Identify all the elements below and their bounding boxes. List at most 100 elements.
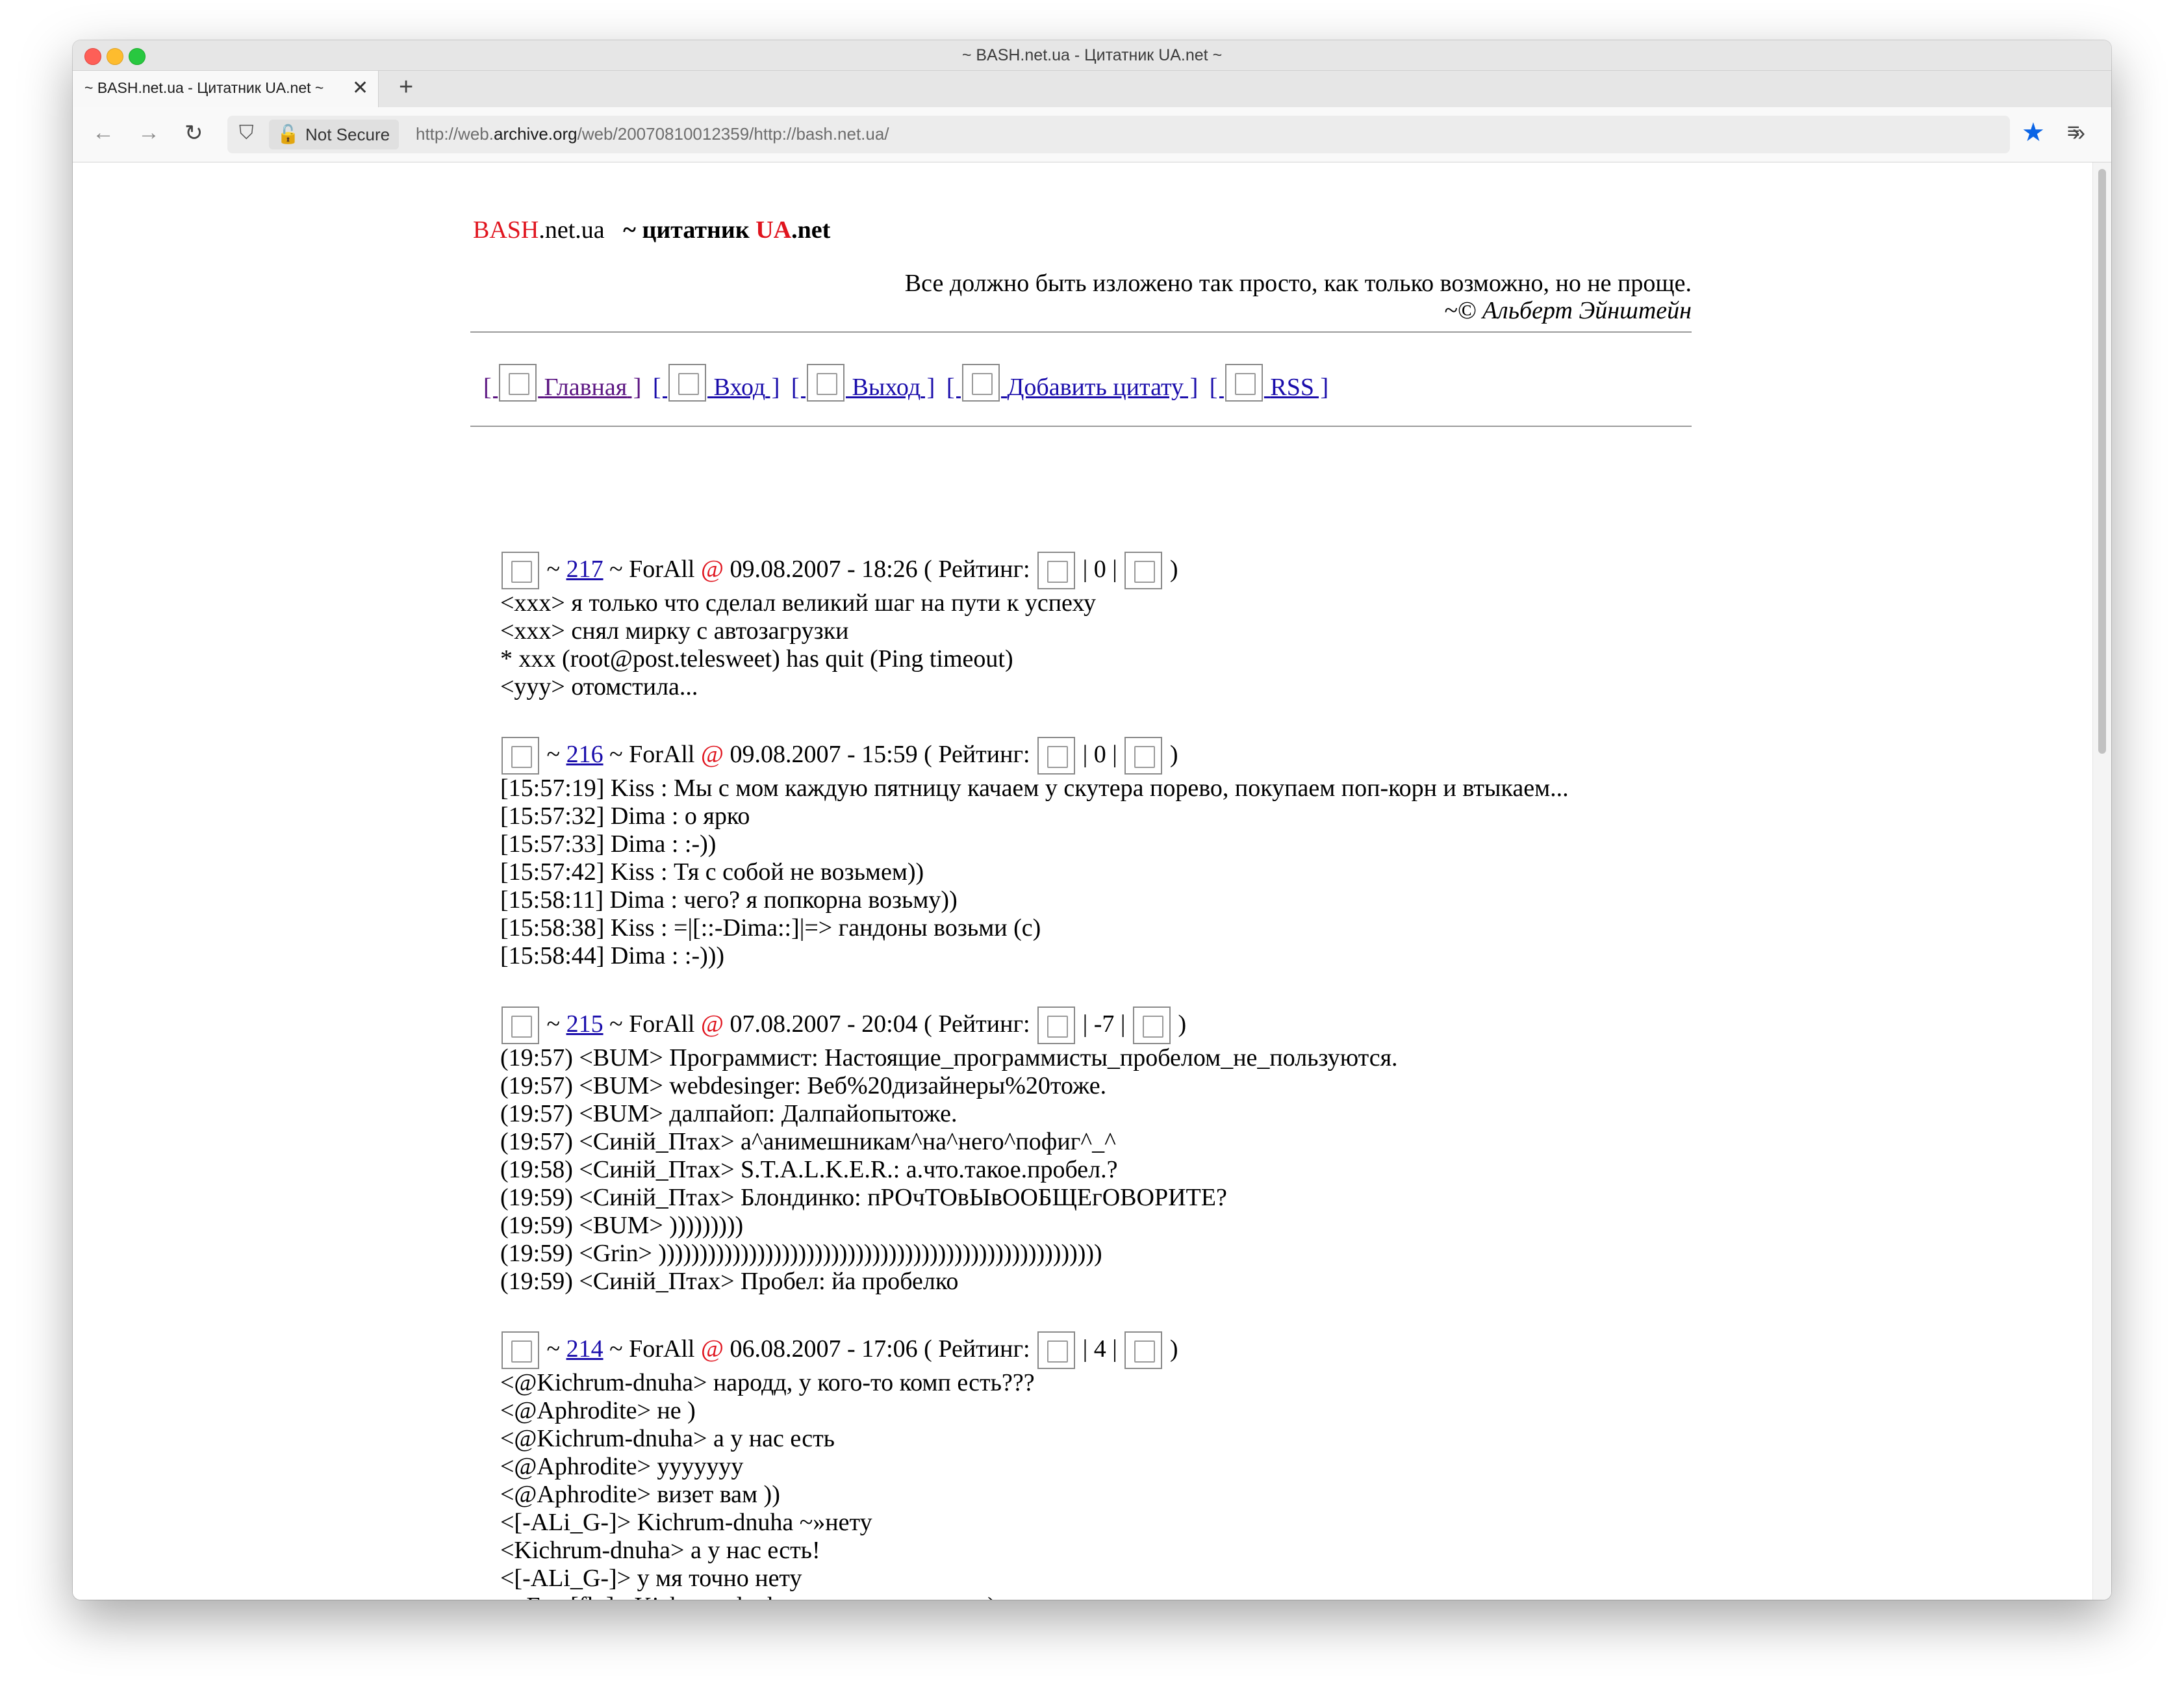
rate-up-icon[interactable] — [1037, 1331, 1076, 1369]
logo-red-part: BASH — [473, 216, 539, 244]
rate-down-icon[interactable] — [1124, 737, 1163, 775]
quote-rating: | -7 | — [1076, 1010, 1132, 1038]
rate-up-icon[interactable] — [1037, 552, 1076, 589]
quote-rating: | 0 | — [1076, 741, 1124, 768]
broken-image-icon — [502, 737, 539, 775]
quote-line: (19:59) <Синій_Птах> Пробел: йа пробелко — [500, 1268, 959, 1295]
quote-author: ~ ForAll — [603, 556, 701, 583]
star-filled-icon[interactable]: ★ — [2022, 118, 2045, 147]
site-logo: BASH.net.ua ~ цитатник UA.net — [473, 216, 830, 244]
quote-line: <@Kichrum-dnuha> а у нас есть — [500, 1425, 835, 1452]
quote-line: <@Aphrodite> визет вам )) — [500, 1481, 780, 1508]
quote-author: ~ ForAll — [603, 1010, 701, 1038]
quote-line: <[-ALi_G-]> у мя точно нету — [500, 1565, 802, 1592]
quote-line: <xxx> снял мирку с автозагрузки — [500, 617, 849, 645]
epigraph-text: Все должно быть изложено так просто, как… — [904, 270, 1692, 297]
quote-id-link[interactable]: 215 — [566, 1010, 603, 1038]
broken-lock-icon: 🔓 — [277, 124, 299, 144]
quote-id-link[interactable]: 217 — [566, 556, 603, 583]
quote-post: ~ 217 ~ ForAll @ 09.08.2007 - 18:26 ( Ре… — [500, 549, 1178, 701]
tilde-separator: ~ — [540, 556, 566, 583]
quote-line: (19:57) <BUM> далпайоп: Далпайопытоже. — [500, 1100, 958, 1127]
quote-line: <xxx> я только что сделал великий шаг на… — [500, 589, 1096, 617]
url-text[interactable]: http://web.archive.org/web/2007081001235… — [416, 124, 889, 144]
broken-image-icon — [502, 1006, 539, 1044]
back-arrow-icon[interactable]: ← — [92, 120, 114, 146]
quote-line: (19:59) <BUM> ))))))))) — [500, 1212, 744, 1239]
window-title: ~ BASH.net.ua - Цитатник UA.net ~ — [961, 46, 1223, 64]
shield-icon[interactable]: ⛉ — [239, 122, 254, 144]
broken-image-icon — [499, 364, 537, 402]
address-bar[interactable]: ⛉ 🔓 Not Secure http://web.archive.org/we… — [227, 116, 2010, 153]
tab-bar: ~ BASH.net.ua - Цитатник UA.net ~ ✕ + — [73, 71, 2111, 107]
broken-image-icon — [807, 364, 844, 402]
rating-close: ) — [1163, 556, 1178, 583]
nav-home-link[interactable]: [ Главная ] — [483, 364, 641, 402]
quote-line: [15:57:33] Dima : :-)) — [500, 830, 717, 858]
url-domain: archive.org — [493, 124, 578, 144]
not-secure-label: Not Secure — [305, 125, 390, 144]
scrollbar-thumb[interactable] — [2098, 169, 2106, 754]
quote-header: ~ 214 ~ ForAll @ 06.08.2007 - 17:06 ( Ре… — [500, 1329, 1178, 1369]
nav-login-link[interactable]: [ Вход ] — [653, 364, 780, 402]
tab-bash[interactable]: ~ BASH.net.ua - Цитатник UA.net ~ ✕ — [73, 71, 379, 107]
quote-header: ~ 215 ~ ForAll @ 07.08.2007 - 20:04 ( Ре… — [500, 1004, 1398, 1044]
quote-line: [15:58:11] Dima : чего? я попкорна возьм… — [500, 886, 958, 914]
rating-close: ) — [1171, 1010, 1187, 1038]
quote-date: 09.08.2007 - 18:26 ( Рейтинг: — [723, 556, 1037, 583]
logo-domain-part: .net.ua — [539, 216, 605, 244]
quote-line: [15:58:44] Dima : :-))) — [500, 942, 725, 969]
quote-line: (19:58) <Синій_Птах> S.T.A.L.K.E.R.: а.ч… — [500, 1156, 1118, 1183]
new-tab-button[interactable]: + — [399, 73, 413, 101]
nav-add-quote-link[interactable]: [ Добавить цитату ] — [946, 364, 1198, 402]
vertical-scrollbar[interactable] — [2092, 162, 2111, 1600]
broken-image-icon — [961, 364, 1000, 402]
reload-icon[interactable]: ↻ — [184, 120, 203, 146]
not-secure-badge[interactable]: 🔓 Not Secure — [269, 120, 400, 149]
quote-line: <Kichrum-dnuha> а у нас есть! — [500, 1537, 820, 1564]
rate-down-icon[interactable] — [1124, 1331, 1163, 1369]
quote-post: ~ 216 ~ ForAll @ 09.08.2007 - 15:59 ( Ре… — [500, 734, 1569, 970]
quote-date: 09.08.2007 - 15:59 ( Рейтинг: — [723, 741, 1037, 768]
quote-line: <@Kichrum-dnuha> народд, у кого-то комп … — [500, 1369, 1035, 1396]
quote-line: <@Aphrodite> не ) — [500, 1397, 696, 1424]
quote-date: 06.08.2007 - 17:06 ( Рейтинг: — [723, 1335, 1037, 1363]
at-sign: @ — [700, 741, 724, 768]
quote-body: <@Kichrum-dnuha> народд, у кого-то комп … — [500, 1369, 1178, 1600]
quote-line: <@Aphrodite> ууууууу — [500, 1453, 744, 1480]
quote-line: * xxx (root@post.telesweet) has quit (Pi… — [500, 645, 1013, 673]
at-sign: @ — [700, 1335, 724, 1363]
at-sign: @ — [700, 1010, 724, 1038]
quote-line: (19:59) <Синій_Птах> Блондинко: пРОчТОвЫ… — [500, 1184, 1227, 1211]
quote-post: ~ 215 ~ ForAll @ 07.08.2007 - 20:04 ( Ре… — [500, 1004, 1398, 1296]
forward-arrow-icon[interactable]: → — [138, 120, 160, 146]
epigraph: Все должно быть изложено так просто, как… — [905, 270, 1692, 324]
hamburger-menu-icon[interactable]: ≡ — [2067, 119, 2080, 144]
rate-up-icon[interactable] — [1037, 737, 1076, 775]
page-viewport: BASH.net.ua ~ цитатник UA.net Все должно… — [73, 162, 2111, 1600]
title-bar: ~ BASH.net.ua - Цитатник UA.net ~ — [73, 40, 2111, 71]
quote-line: (19:57) <BUM> Программист: Настоящие_про… — [500, 1044, 1398, 1071]
rate-down-icon[interactable] — [1132, 1006, 1171, 1044]
quote-line: <[-ALi_G-]> Kichrum-dnuha ~»нету — [500, 1509, 872, 1536]
broken-image-icon — [502, 552, 539, 589]
at-sign: @ — [700, 556, 724, 583]
quote-author: ~ ForAll — [603, 1335, 701, 1363]
quote-line: [15:57:19] Kiss : Мы с мом каждую пятниц… — [500, 775, 1569, 802]
quote-line: (19:57) <Синій_Птах> а^анимешникам^на^не… — [500, 1128, 1116, 1155]
url-suffix: /web/20070810012359/http://bash.net.ua/ — [577, 124, 889, 144]
nav-logout-link[interactable]: [ Выход ] — [791, 364, 935, 402]
rating-close: ) — [1163, 741, 1178, 768]
quote-line: <yyy> отомстила... — [500, 673, 698, 700]
quote-header: ~ 217 ~ ForAll @ 09.08.2007 - 18:26 ( Ре… — [500, 549, 1178, 589]
quote-line: (19:59) <Grin> )))))))))))))))))))))))))… — [500, 1240, 1102, 1267]
nav-rss-link[interactable]: [ RSS ] — [1210, 364, 1328, 402]
quote-id-link[interactable]: 216 — [566, 741, 603, 768]
site-nav: [ Главная ] [ Вход ] [ Выход ] [ Добавит… — [483, 364, 1334, 402]
quote-id-link[interactable]: 214 — [566, 1335, 603, 1363]
divider-top — [470, 331, 1692, 333]
tab-close-icon[interactable]: ✕ — [352, 77, 368, 99]
rate-up-icon[interactable] — [1037, 1006, 1076, 1044]
rate-down-icon[interactable] — [1124, 552, 1163, 589]
broken-image-icon — [502, 1331, 539, 1369]
